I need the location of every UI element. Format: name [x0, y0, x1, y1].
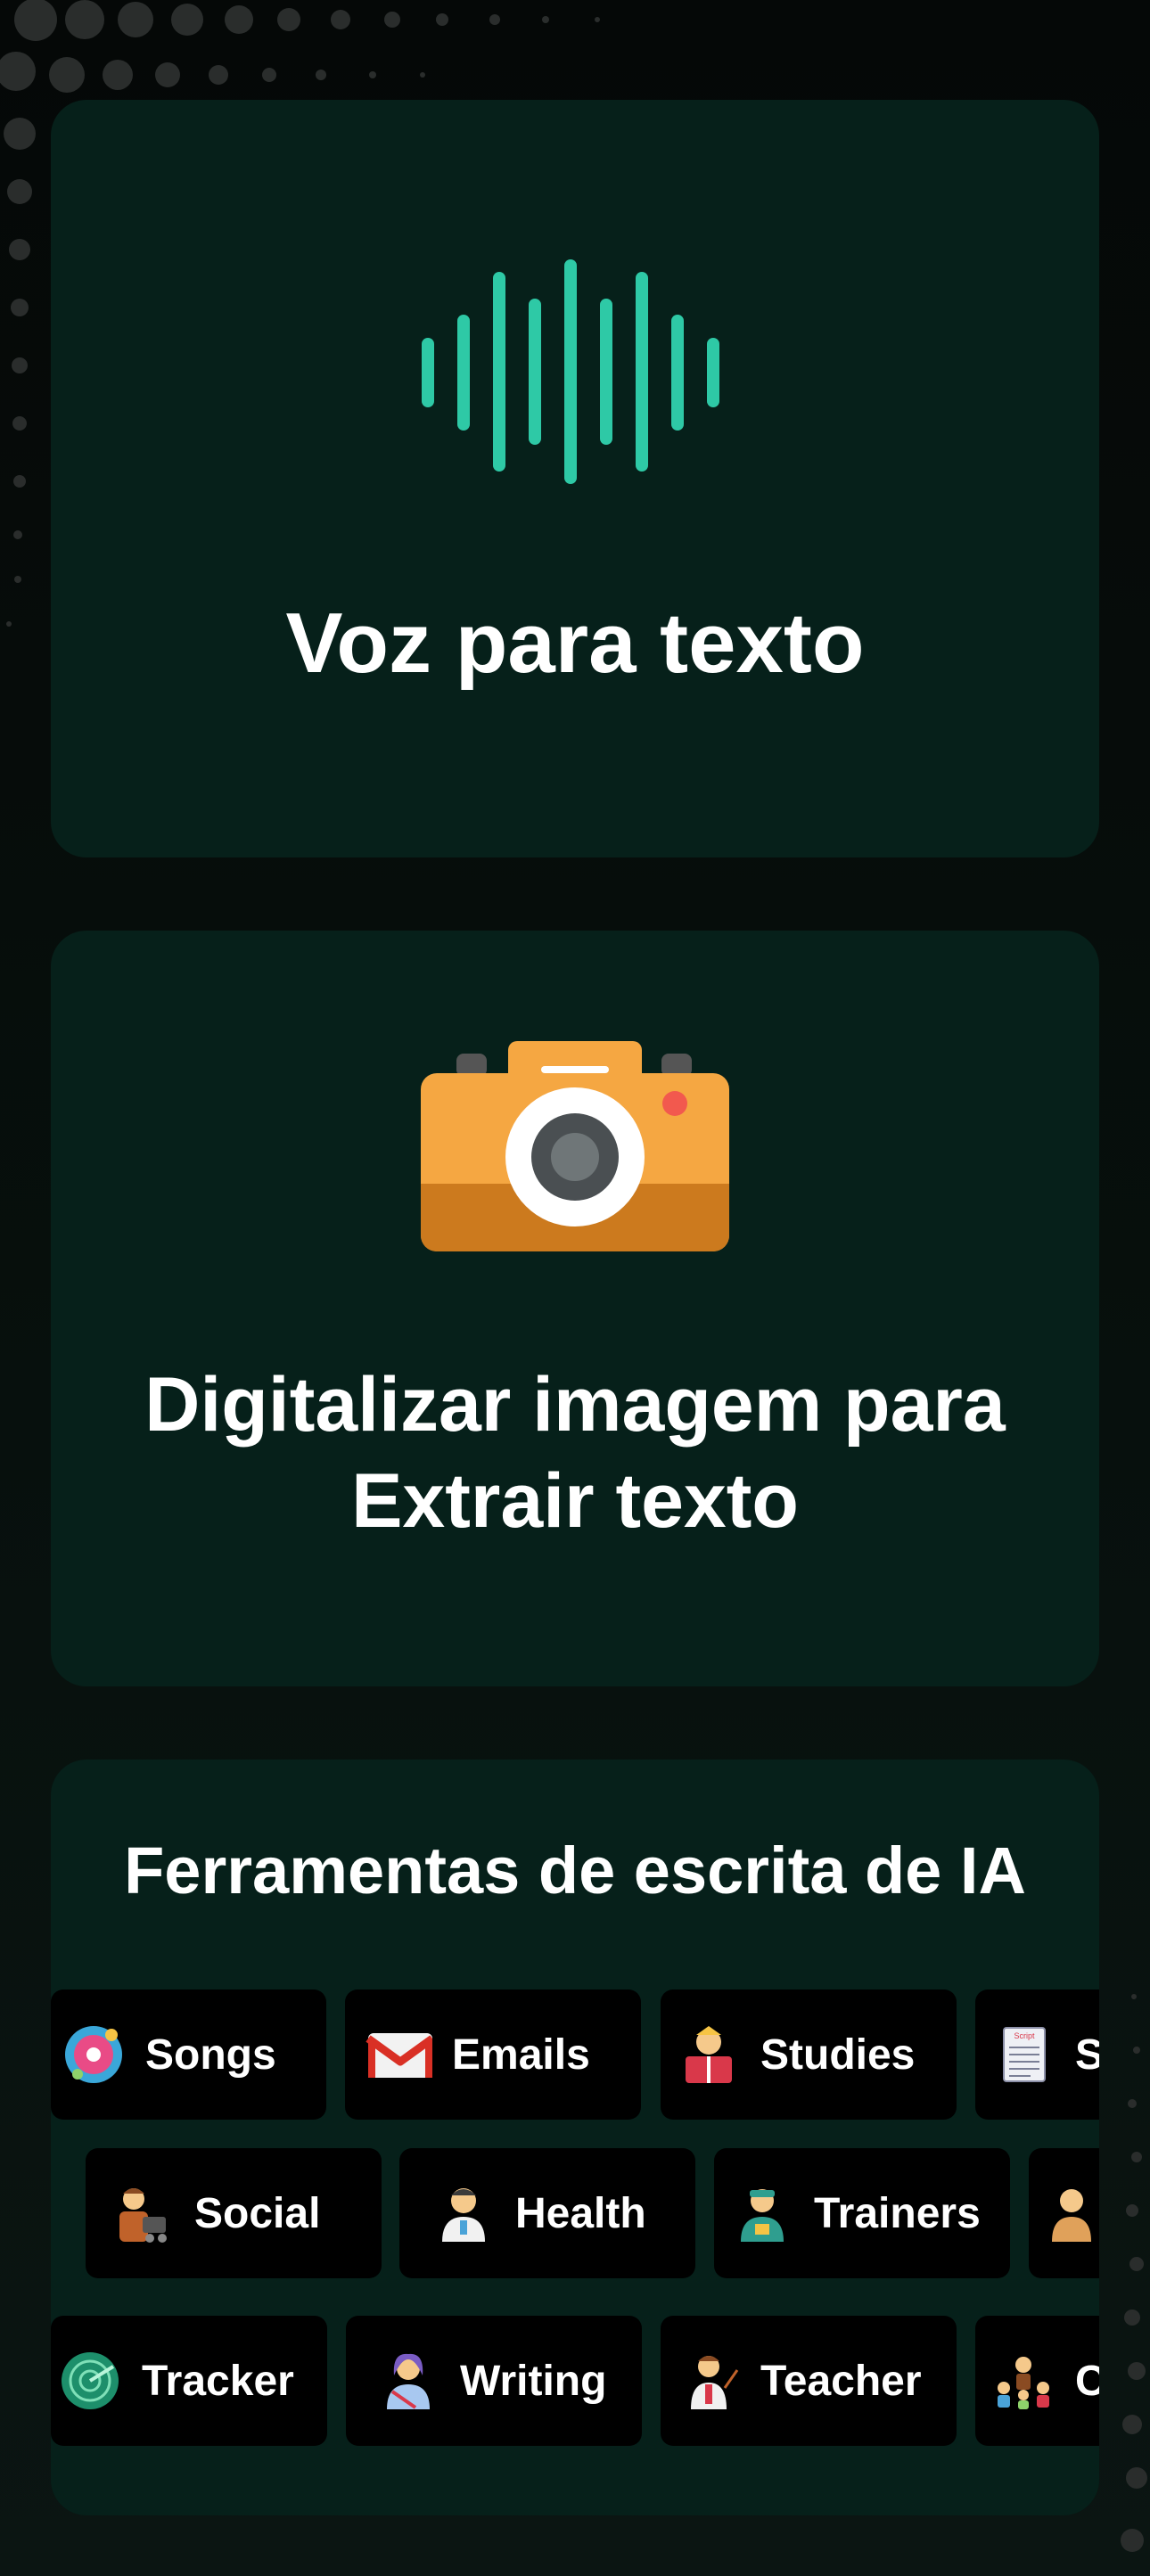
voice-to-text-title: Voz para texto — [285, 595, 865, 691]
tool-chip-label: Writing — [460, 2357, 607, 2405]
tool-chip-tracker[interactable]: Tracker — [51, 2316, 327, 2446]
voice-to-text-card[interactable]: Voz para texto — [51, 100, 1099, 857]
tool-chip-label: Social — [194, 2189, 321, 2237]
tool-chip-emails[interactable]: Emails — [345, 1989, 641, 2120]
scan-image-title: Digitalizar imagem para Extrair texto — [51, 1357, 1099, 1549]
scan-image-card[interactable]: Digitalizar imagem para Extrair texto — [51, 931, 1099, 1686]
doctor-icon — [442, 2188, 485, 2242]
community-icon — [998, 2357, 1049, 2409]
tool-chip-partial[interactable] — [1029, 2148, 1099, 2278]
scan-title-line1: Digitalizar imagem para — [144, 1362, 1006, 1448]
videographer-icon — [119, 2188, 167, 2243]
trainer-icon — [741, 2189, 784, 2242]
tool-chip-label: Co — [1075, 2357, 1099, 2405]
tool-chip-social[interactable]: Social — [86, 2148, 382, 2278]
tool-chip-label: Tracker — [142, 2357, 294, 2405]
svg-text:Script: Script — [1014, 2031, 1035, 2040]
ai-writing-tools-title: Ferramentas de escrita de IA — [124, 1834, 1026, 1907]
gmail-icon — [366, 2033, 432, 2078]
scan-title-line2: Extrair texto — [351, 1458, 799, 1544]
tool-chip-label: Studies — [760, 2030, 916, 2079]
camera-icon — [421, 1041, 729, 1251]
tool-chip-teacher[interactable]: Teacher — [661, 2316, 957, 2446]
radar-icon — [62, 2352, 119, 2409]
tool-chip-label: Emails — [452, 2030, 590, 2079]
tool-chip-label: Songs — [145, 2030, 276, 2079]
tool-chip-label: Health — [515, 2189, 646, 2237]
music-disc-icon — [65, 2026, 122, 2083]
tool-chip-health[interactable]: Health — [399, 2148, 695, 2278]
tool-chip-writing[interactable]: Writing — [346, 2316, 642, 2446]
tool-chip-label: Teacher — [760, 2357, 922, 2405]
ai-writing-tools-card: Ferramentas de escrita de IA Songs Email… — [51, 1760, 1099, 2515]
tool-chip-script[interactable]: Script S — [975, 1989, 1099, 2120]
tool-chip-songs[interactable]: Songs — [51, 1989, 326, 2120]
tool-chip-label: S — [1075, 2030, 1099, 2079]
tool-chip-label: Trainers — [814, 2189, 981, 2237]
person-icon — [1052, 2189, 1091, 2242]
tool-chip-studies[interactable]: Studies — [661, 1989, 957, 2120]
script-document-icon: Script — [1003, 2027, 1046, 2082]
tool-chip-community[interactable]: Co — [975, 2316, 1099, 2446]
student-reading-icon — [686, 2026, 732, 2083]
tool-chip-trainers[interactable]: Trainers — [714, 2148, 1010, 2278]
teacher-icon — [691, 2356, 739, 2409]
writer-icon — [387, 2353, 430, 2409]
sound-wave-icon — [422, 259, 719, 484]
